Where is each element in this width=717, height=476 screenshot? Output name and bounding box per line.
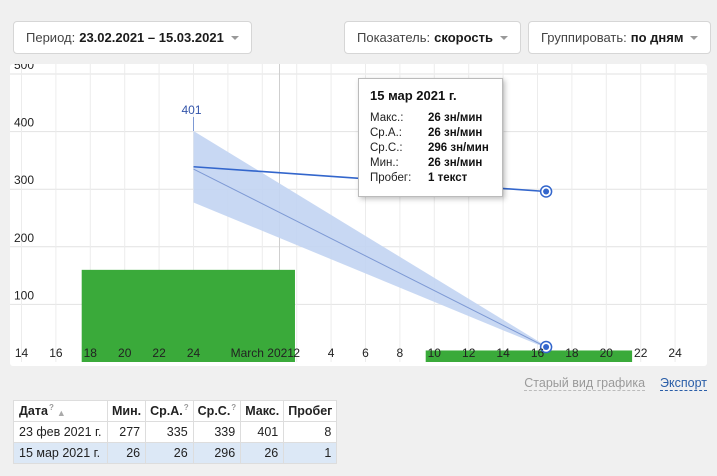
cell-runs: 1 (283, 442, 338, 464)
column-header-label: Макс. (245, 404, 280, 418)
y-tick-label: 100 (14, 288, 34, 302)
help-mark[interactable]: ? (184, 403, 189, 412)
x-tick-label: 6 (362, 346, 369, 360)
x-tick-label: 4 (328, 346, 335, 360)
chevron-down-icon (499, 36, 508, 40)
column-header-label: Ср.А. (150, 404, 183, 419)
metric-label: Показатель: (357, 30, 431, 45)
cell-min: 277 (106, 421, 147, 443)
column-header-label: Мин. (112, 404, 142, 418)
x-tick-label: 12 (462, 346, 476, 360)
chart-tooltip: 15 мар 2021 г. Макс.: 26 зн/мин Ср.А.: 26 … (358, 78, 503, 197)
table-row[interactable]: 15 мар 2021 г. 26 26 296 26 1 (13, 442, 338, 464)
cell-avg-a: 335 (145, 421, 194, 443)
period-dropdown[interactable]: Период: 23.02.2021 – 15.03.2021 (13, 21, 252, 54)
y-tick-label: 500 (14, 64, 34, 72)
cell-min: 26 (106, 442, 147, 464)
column-header-avg-c[interactable]: Ср.С.? (192, 400, 242, 422)
period-label: Период: (26, 30, 76, 45)
tooltip-key: Ср.С.: (370, 142, 403, 154)
x-tick-label: 22 (152, 346, 166, 360)
cell-max: 401 (240, 421, 285, 443)
x-tick-label: 24 (187, 346, 201, 360)
tooltip-key: Мин.: (370, 157, 399, 169)
tooltip-row: Мин.: 26 зн/мин (370, 156, 491, 171)
tooltip-row: Макс.: 26 зн/мин (370, 111, 491, 126)
sort-arrow-icon: ▲ (56, 407, 66, 418)
x-tick-label: 16 (49, 346, 63, 360)
tooltip-title: 15 мар 2021 г. (370, 88, 457, 103)
highlight-point-core (543, 188, 550, 195)
column-header-label: Дата (19, 404, 48, 419)
metric-dropdown[interactable]: Показатель: скорость (344, 21, 521, 54)
tooltip-row: Пробег: 1 текст (370, 171, 491, 186)
tooltip-value: 26 зн/мин (428, 157, 483, 169)
tooltip-value: 26 зн/мин (428, 112, 483, 124)
tooltip-key: Макс.: (370, 112, 404, 124)
x-tick-label: 22 (634, 346, 648, 360)
group-dropdown[interactable]: Группировать: по дням (528, 21, 712, 54)
chevron-down-icon (230, 36, 239, 40)
peak-label: 401 (181, 103, 201, 117)
x-tick-label: 14 (496, 346, 510, 360)
column-header-min[interactable]: Мин. (106, 400, 147, 422)
cell-date: 23 фев 2021 г. (13, 421, 108, 443)
tooltip-value: 296 зн/мин (428, 142, 489, 154)
tooltip-key: Пробег: (370, 172, 412, 184)
x-tick-label: 20 (118, 346, 132, 360)
metric-value: скорость (434, 30, 493, 45)
chevron-down-icon (690, 36, 699, 40)
cell-avg-a: 26 (145, 442, 194, 464)
x-tick-label: 16 (531, 346, 545, 360)
x-tick-label: 18 (84, 346, 98, 360)
period-value: 23.02.2021 – 15.03.2021 (79, 30, 224, 45)
y-tick-label: 400 (14, 116, 34, 130)
y-tick-label: 200 (14, 231, 34, 245)
old-view-link[interactable]: Старый вид графика (524, 376, 646, 391)
tooltip-row: Ср.А.: 26 зн/мин (370, 126, 491, 141)
column-header-max[interactable]: Макс. (240, 400, 285, 422)
tooltip-row: Ср.С.: 296 зн/мин (370, 141, 491, 156)
cell-runs: 8 (283, 421, 338, 443)
column-header-runs[interactable]: Пробег (283, 400, 338, 422)
x-tick-label: 14 (15, 346, 29, 360)
cell-max: 26 (240, 442, 285, 464)
x-tick-label: 18 (565, 346, 579, 360)
help-mark[interactable]: ? (49, 403, 54, 412)
tooltip-key: Ср.А.: (370, 127, 402, 139)
column-header-label: Пробег (288, 404, 333, 418)
chart-links: Старый вид графика Экспорт (524, 376, 707, 391)
y-tick-label: 300 (14, 173, 34, 187)
table-row[interactable]: 23 фев 2021 г. 277 335 339 401 8 (13, 421, 338, 443)
column-header-avg-a[interactable]: Ср.А.? (145, 400, 194, 422)
tooltip-value: 1 текст (428, 172, 468, 184)
x-tick-label: 24 (668, 346, 682, 360)
group-label: Группировать: (541, 30, 627, 45)
x-tick-label: 20 (600, 346, 614, 360)
cell-avg-c: 296 (192, 442, 242, 464)
cell-date: 15 мар 2021 г. (13, 442, 108, 464)
stats-table: Дата? ▲ Мин. Ср.А.? Ср.С.? Макс. Пробег 2… (13, 400, 338, 464)
x-tick-label: 8 (397, 346, 404, 360)
column-header-date[interactable]: Дата? ▲ (13, 400, 108, 422)
x-tick-label: March 2021 (231, 346, 295, 360)
group-value: по дням (630, 30, 684, 45)
table-header-row: Дата? ▲ Мин. Ср.А.? Ср.С.? Макс. Пробег (13, 400, 338, 422)
x-tick-label: 10 (428, 346, 442, 360)
tooltip-value: 26 зн/мин (428, 127, 483, 139)
cell-avg-c: 339 (192, 421, 242, 443)
column-header-label: Ср.С. (197, 404, 231, 419)
x-tick-label: 2 (293, 346, 300, 360)
export-link[interactable]: Экспорт (660, 376, 707, 391)
help-mark[interactable]: ? (231, 403, 236, 412)
